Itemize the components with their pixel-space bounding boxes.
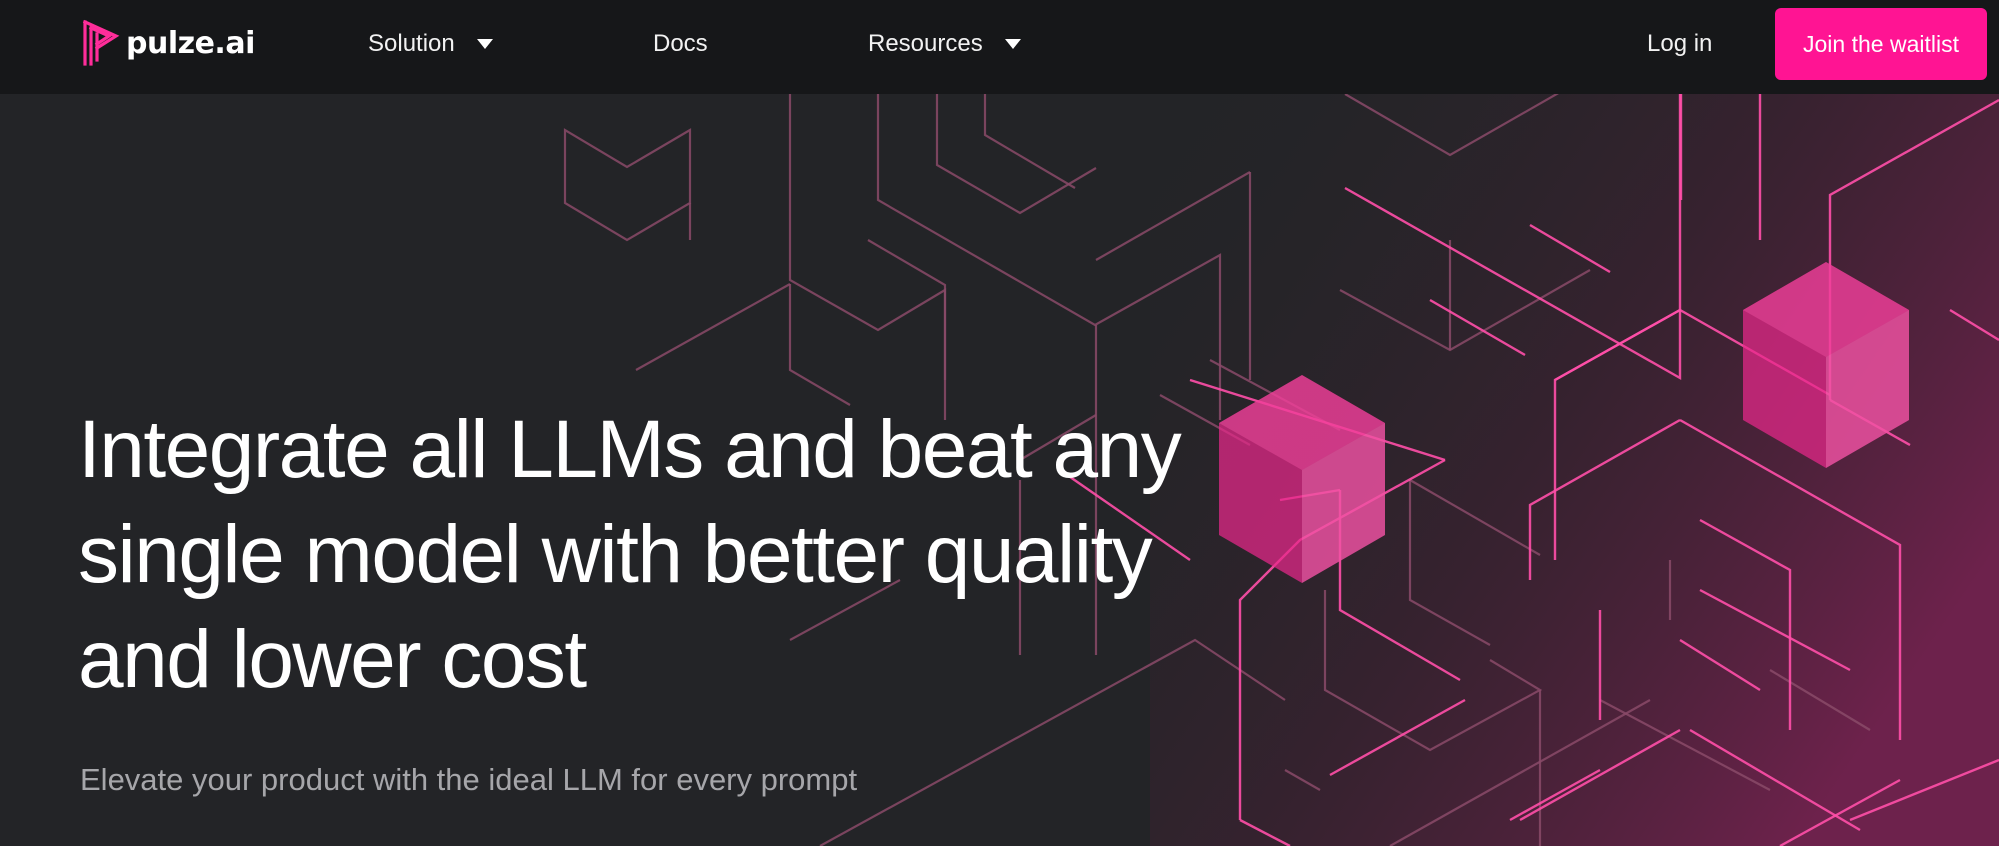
nav-item-label: Docs (653, 30, 708, 57)
brand-logo[interactable]: pulze.ai (82, 18, 255, 68)
login-label: Log in (1647, 30, 1713, 57)
nav-item-resources[interactable]: Resources (868, 24, 1021, 64)
pulze-logo-icon (82, 19, 120, 66)
caret-down-icon (476, 39, 493, 49)
caret-down-icon (1004, 39, 1021, 49)
hero-subtitle: Elevate your product with the ideal LLM … (80, 762, 858, 797)
brand-name: pulze.ai (126, 25, 255, 61)
join-waitlist-label: Join the waitlist (1803, 30, 1959, 57)
top-navbar: pulze.ai Solution Docs Resources Log in … (0, 0, 1999, 94)
hero-title-line-3: and lower cost (78, 614, 587, 705)
nav-item-label: Solution (368, 30, 455, 57)
hero-title: Integrate all LLMs and beat any single m… (78, 397, 1278, 712)
hero-title-line-1: Integrate all LLMs and beat any (78, 404, 1182, 495)
join-waitlist-button[interactable]: Join the waitlist (1775, 8, 1987, 80)
nav-item-label: Resources (868, 30, 983, 57)
nav-item-solution[interactable]: Solution (368, 24, 493, 64)
hero-title-line-2: single model with better quality (78, 509, 1153, 600)
nav-item-docs[interactable]: Docs (653, 24, 708, 64)
login-link[interactable]: Log in (1647, 24, 1712, 64)
